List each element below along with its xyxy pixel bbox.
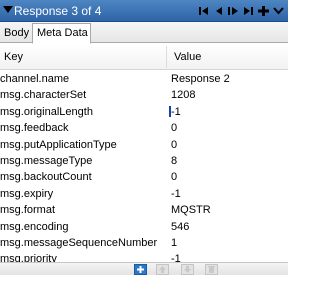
row-key: msg.characterSet <box>0 89 87 102</box>
column-header-value[interactable]: Value <box>174 51 201 63</box>
table-row[interactable]: msg.characterSet 1208 <box>0 87 288 103</box>
row-key: msg.messageSequenceNumber <box>0 236 158 249</box>
row-key: msg.encoding <box>0 220 69 233</box>
table-row[interactable]: msg.putApplicationType 0 <box>0 137 288 153</box>
move-down-icon[interactable] <box>181 264 194 275</box>
row-value[interactable]: Response 2 <box>171 73 230 85</box>
row-value[interactable]: 1 <box>171 237 177 249</box>
table-row[interactable]: msg.priority -1 <box>0 251 288 262</box>
row-value[interactable]: 0 <box>171 171 177 183</box>
menu-chevron-icon[interactable] <box>271 3 286 19</box>
row-value[interactable]: -1 <box>171 253 181 262</box>
row-value[interactable]: 546 <box>171 221 189 233</box>
row-key: msg.priority <box>0 253 57 262</box>
row-key: msg.originalLength <box>0 105 93 118</box>
column-header-key[interactable]: Key <box>4 51 23 63</box>
row-key: msg.format <box>0 204 56 217</box>
move-up-icon[interactable] <box>156 264 169 275</box>
row-key: msg.expiry <box>0 187 54 200</box>
table-row[interactable]: msg.format MQSTR <box>0 202 288 218</box>
row-value[interactable]: -1 <box>171 188 181 200</box>
row-key: msg.feedback <box>0 122 69 135</box>
add-row-icon[interactable] <box>134 264 147 275</box>
row-toolbar <box>0 262 288 275</box>
next-icon[interactable] <box>226 3 241 19</box>
row-key: msg.backoutCount <box>0 171 92 184</box>
column-divider[interactable] <box>166 46 167 68</box>
table-row[interactable]: msg.messageType 8 <box>0 153 288 169</box>
metadata-table: Key Value channel.name Response 2 msg.cha… <box>0 44 288 262</box>
delete-row-icon[interactable] <box>205 264 218 275</box>
row-key: msg.messageType <box>0 154 93 167</box>
previous-icon[interactable] <box>211 3 226 19</box>
table-row[interactable]: channel.name Response 2 <box>0 71 288 87</box>
tab-strip: Body Meta Data <box>0 22 288 44</box>
table-row[interactable]: msg.expiry -1 <box>0 186 288 202</box>
last-icon[interactable] <box>241 3 256 19</box>
table-rows: channel.name Response 2 msg.characterSet 1… <box>0 71 288 262</box>
row-value[interactable]: 0 <box>171 122 177 134</box>
row-value[interactable]: 0 <box>171 139 177 151</box>
title-bar: Response 3 of 4 <box>0 0 288 22</box>
navigation-controls <box>196 3 286 19</box>
table-row[interactable]: msg.backoutCount 0 <box>0 169 288 185</box>
first-icon[interactable] <box>196 3 211 19</box>
tab-meta-data[interactable]: Meta Data <box>32 23 91 44</box>
row-key: channel.name <box>0 73 70 85</box>
tab-body[interactable]: Body <box>0 24 32 43</box>
row-key: msg.putApplicationType <box>0 138 117 151</box>
table-row[interactable]: msg.messageSequenceNumber 1 <box>0 235 288 251</box>
row-value[interactable]: MQSTR <box>171 204 211 216</box>
collapse-toggle-icon[interactable] <box>3 6 13 13</box>
table-header: Key Value <box>0 44 288 70</box>
window-title: Response 3 of 4 <box>14 4 102 18</box>
add-icon[interactable] <box>256 3 271 19</box>
table-row[interactable]: msg.feedback 0 <box>0 120 288 136</box>
bottom-panel <box>0 262 288 307</box>
row-value[interactable]: 8 <box>171 155 177 167</box>
row-value-editing[interactable]: -1 <box>171 106 181 118</box>
table-row[interactable]: msg.encoding 546 <box>0 219 288 235</box>
row-value[interactable]: 1208 <box>171 89 195 101</box>
table-row[interactable]: msg.originalLength -1 <box>0 104 288 120</box>
